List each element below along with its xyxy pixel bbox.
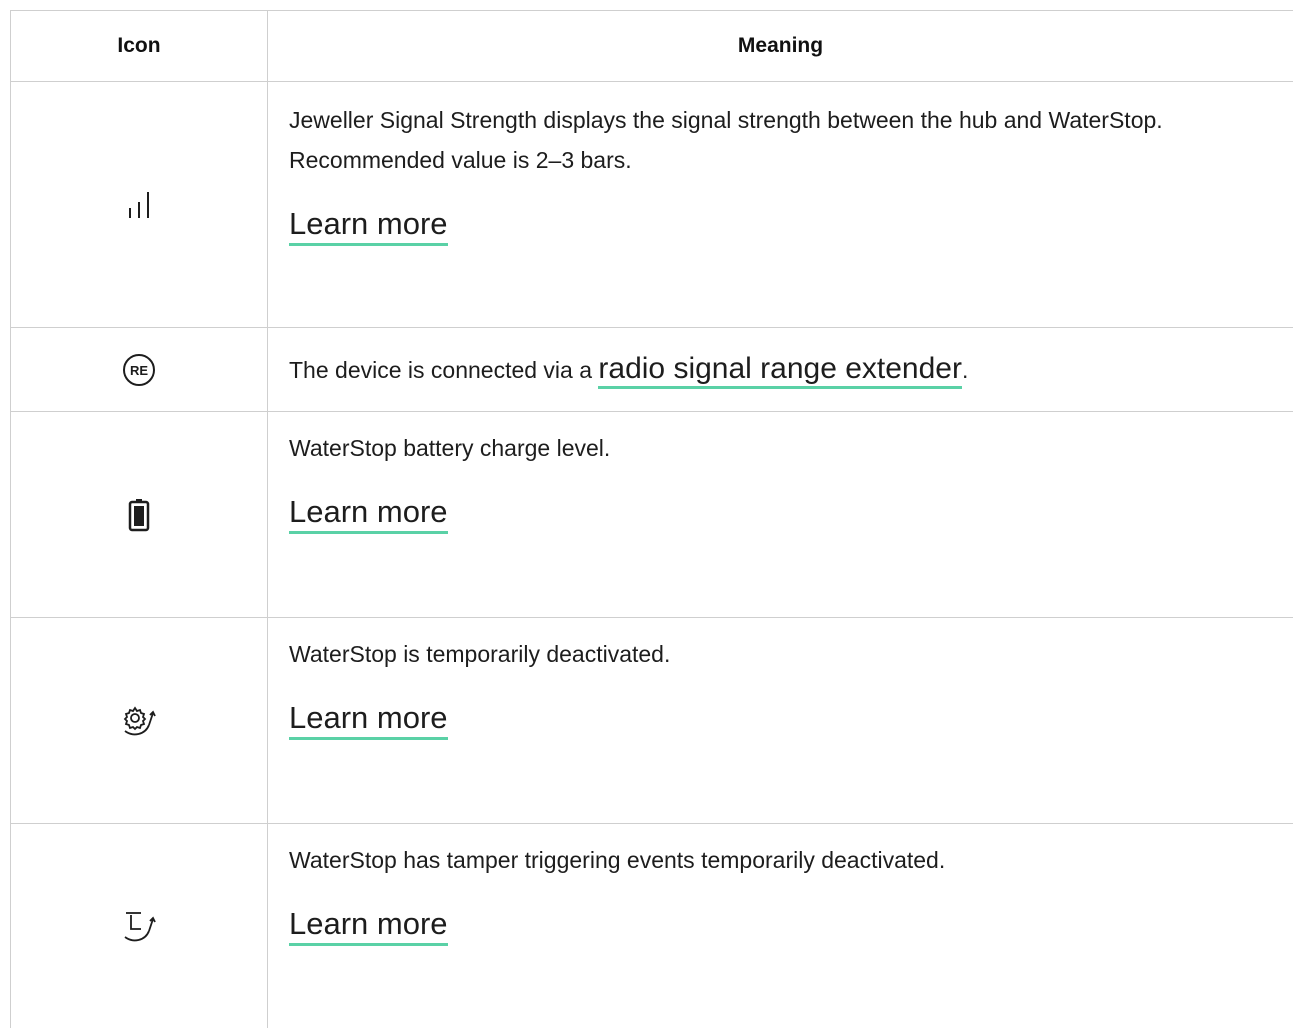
learn-more-link[interactable]: Learn more bbox=[289, 494, 448, 534]
learn-more-link[interactable]: Learn more bbox=[289, 206, 448, 246]
meaning-cell: WaterStop is temporarily deactivated. Le… bbox=[267, 617, 1293, 824]
battery-icon bbox=[127, 498, 151, 531]
signal-strength-icon bbox=[122, 191, 156, 218]
row-description-after: . bbox=[961, 357, 969, 383]
header-icon: Icon bbox=[10, 10, 268, 82]
row-description: WaterStop battery charge level. bbox=[289, 435, 611, 461]
learn-more-link[interactable]: Learn more bbox=[289, 906, 448, 946]
range-extender-icon-label: RE bbox=[130, 363, 148, 378]
table-row: Jeweller Signal Strength displays the si… bbox=[10, 81, 1293, 328]
learn-more-link[interactable]: Learn more bbox=[289, 700, 448, 740]
meaning-cell: WaterStop battery charge level. Learn mo… bbox=[267, 411, 1293, 618]
icon-cell bbox=[10, 823, 268, 1028]
table-row: WaterStop has tamper triggering events t… bbox=[10, 823, 1293, 1028]
icon-cell bbox=[10, 617, 268, 824]
row-description: WaterStop has tamper triggering events t… bbox=[289, 847, 946, 873]
table-row: WaterStop is temporarily deactivated. Le… bbox=[10, 617, 1293, 824]
icons-table: Icon Meaning Jeweller Signal Strength di… bbox=[10, 10, 1293, 1028]
header-meaning: Meaning bbox=[267, 10, 1293, 82]
tamper-deactivated-icon bbox=[119, 911, 159, 941]
row-description: The device is connected via a radio sign… bbox=[289, 349, 1273, 390]
row-description: Jeweller Signal Strength displays the si… bbox=[289, 107, 1163, 173]
meaning-cell: WaterStop has tamper triggering events t… bbox=[267, 823, 1293, 1028]
icon-cell: RE bbox=[10, 327, 268, 412]
row-description-before: The device is connected via a bbox=[289, 357, 599, 383]
icon-cell bbox=[10, 81, 268, 328]
table-row: WaterStop battery charge level. Learn mo… bbox=[10, 411, 1293, 618]
range-extender-icon: RE bbox=[121, 353, 157, 386]
range-extender-link[interactable]: radio signal range extender bbox=[598, 352, 962, 389]
table-header-row: Icon Meaning bbox=[10, 10, 1293, 82]
icon-cell bbox=[10, 411, 268, 618]
row-description: WaterStop is temporarily deactivated. bbox=[289, 641, 671, 667]
icons-table-container: Icon Meaning Jeweller Signal Strength di… bbox=[10, 10, 1293, 1028]
gear-deactivated-icon bbox=[119, 705, 159, 735]
table-row: RE The device is connected via a radio s… bbox=[10, 327, 1293, 412]
meaning-cell: Jeweller Signal Strength displays the si… bbox=[267, 81, 1293, 328]
meaning-cell: The device is connected via a radio sign… bbox=[267, 327, 1293, 412]
